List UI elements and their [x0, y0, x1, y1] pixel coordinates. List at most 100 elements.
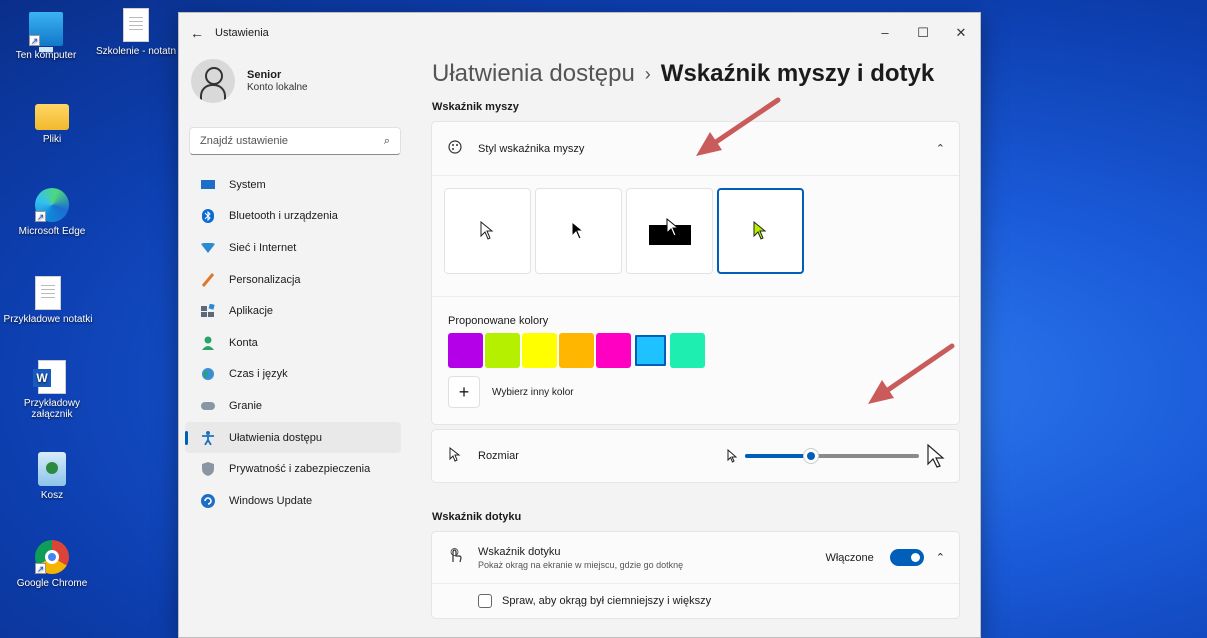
recycle-bin-icon	[38, 452, 66, 486]
profile-name: Senior	[247, 69, 282, 81]
toggle-state-label: Włączone	[825, 551, 874, 564]
pointer-style-inverted[interactable]	[626, 188, 713, 274]
breadcrumb-separator: ›	[644, 63, 651, 84]
pointer-style-custom[interactable]	[717, 188, 804, 274]
color-swatch-orange[interactable]	[559, 333, 594, 368]
sidebar-item-network[interactable]: Sieć i Internet	[179, 232, 401, 264]
color-swatch-lime[interactable]	[485, 333, 520, 368]
size-slider[interactable]	[727, 444, 945, 468]
desktop-icon-label: Przykładowy załącznik	[23, 398, 81, 420]
pointer-style-header[interactable]: Styl wskaźnika myszy ⌃	[432, 122, 959, 176]
color-swatch-purple[interactable]	[448, 333, 483, 368]
suggested-colors-area: Proponowane kolory + Wybierz inny kolor	[432, 297, 959, 424]
desktop-icon-label: Przykładowe notatki	[3, 314, 93, 325]
inverted-cursor-icon	[648, 217, 691, 245]
desktop-icon-chrome[interactable]: ↗ Google Chrome	[8, 540, 96, 589]
sidebar-item-label: Ułatwienia dostępu	[229, 431, 322, 444]
desktop-icon-sample-notes[interactable]: Przykładowe notatki	[0, 276, 96, 325]
sidebar-item-bluetooth[interactable]: Bluetooth i urządzenia	[179, 201, 401, 233]
search-input[interactable]: Znajdź ustawienie ⌕	[189, 127, 401, 155]
sidebar-item-label: Aplikacje	[229, 305, 274, 318]
computer-icon: ↗	[29, 12, 63, 52]
desktop-icon-edge[interactable]: ↗ Microsoft Edge	[8, 188, 96, 237]
sidebar-item-privacy[interactable]: Prywatność i zabezpieczenia	[179, 453, 401, 485]
user-profile[interactable]: Senior Konto lokalne	[179, 53, 411, 109]
word-icon: W	[33, 360, 66, 394]
touch-indicator-title: Wskaźnik dotyku	[478, 545, 561, 558]
black-cursor-icon	[571, 221, 584, 240]
color-swatches	[448, 333, 943, 368]
sidebar-item-time-language[interactable]: Czas i język	[179, 359, 401, 391]
folder-icon	[35, 104, 69, 130]
profile-account-type: Konto lokalne	[247, 82, 308, 93]
desktop-icon-label: Google Chrome	[16, 578, 88, 589]
sidebar-item-label: System	[229, 178, 266, 191]
color-swatch-yellow[interactable]	[522, 333, 557, 368]
custom-color-row: + Wybierz inny kolor	[448, 376, 943, 408]
pointer-style-white[interactable]	[444, 188, 531, 274]
breadcrumb-parent[interactable]: Ułatwienia dostępu	[432, 60, 635, 88]
sidebar-item-apps[interactable]: Aplikacje	[179, 295, 401, 327]
sidebar-item-label: Prywatność i zabezpieczenia	[229, 463, 371, 476]
sidebar: Senior Konto lokalne Znajdź ustawienie ⌕…	[179, 53, 411, 637]
plus-icon: +	[458, 381, 470, 402]
document-icon	[35, 276, 61, 310]
desktop-icon-label: Microsoft Edge	[18, 226, 86, 237]
desktop-icon-sample-attachment[interactable]: W Przykładowy załącznik	[8, 360, 96, 420]
color-swatch-cyan[interactable]	[633, 333, 668, 368]
darker-circle-checkbox[interactable]	[478, 594, 492, 608]
sidebar-item-accessibility[interactable]: Ułatwienia dostępu	[185, 421, 401, 454]
section-title-touch: Wskaźnik dotyku	[432, 511, 522, 523]
desktop-icon-files[interactable]: Pliki	[8, 96, 96, 145]
pointer-size-card: Rozmiar	[431, 429, 960, 483]
page-title: Wskaźnik myszy i dotyk	[660, 60, 935, 87]
shield-icon	[201, 462, 215, 477]
close-button[interactable]: ✕	[942, 25, 980, 41]
system-icon	[201, 178, 215, 192]
slider-track[interactable]	[745, 448, 919, 464]
palette-icon	[446, 140, 464, 157]
desktop-icon-recycle-bin[interactable]: Kosz	[8, 452, 96, 501]
chevron-up-icon[interactable]: ⌃	[936, 551, 945, 564]
pointer-style-black[interactable]	[535, 188, 622, 274]
pointer-style-options	[432, 176, 959, 297]
custom-color-label: Wybierz inny kolor	[492, 386, 574, 398]
minimize-button[interactable]: –	[866, 25, 904, 41]
sidebar-item-personalization[interactable]: Personalizacja	[179, 264, 401, 296]
brush-icon	[201, 272, 215, 287]
add-custom-color-button[interactable]: +	[448, 376, 480, 408]
sidebar-item-system[interactable]: System	[179, 169, 401, 201]
back-button[interactable]: ←	[179, 25, 215, 41]
window-controls: – ☐ ✕	[866, 25, 980, 41]
pointer-style-card: Styl wskaźnika myszy ⌃ Proponowane kolor	[431, 121, 960, 425]
touch-indicator-toggle[interactable]	[889, 549, 924, 566]
color-swatch-magenta[interactable]	[596, 333, 631, 368]
touch-indicator-row[interactable]: Wskaźnik dotyku Pokaż okrąg na ekranie w…	[432, 532, 959, 584]
sidebar-item-gaming[interactable]: Granie	[179, 390, 401, 422]
darker-circle-label: Spraw, aby okrąg był ciemniejszy i więks…	[502, 595, 712, 607]
desktop-icon-this-pc[interactable]: ↗ Ten komputer	[2, 12, 90, 61]
window-title: Ustawienia	[215, 27, 269, 39]
section-title-mouse-pointer: Wskaźnik myszy	[432, 101, 519, 113]
main-content: Ułatwienia dostępu › Wskaźnik myszy i do…	[431, 53, 980, 637]
chevron-up-icon[interactable]: ⌃	[936, 142, 945, 155]
white-cursor-icon	[480, 221, 493, 240]
accessibility-icon	[201, 430, 215, 445]
accounts-icon	[201, 336, 215, 350]
desktop-icon-notes-training[interactable]: Szkolenie - notatn	[92, 8, 180, 57]
breadcrumb: Ułatwienia dostępu › Wskaźnik myszy i do…	[431, 53, 980, 95]
sidebar-item-windows-update[interactable]: Windows Update	[179, 485, 401, 517]
suggested-colors-label: Proponowane kolory	[448, 315, 549, 327]
sidebar-item-label: Windows Update	[229, 494, 313, 507]
document-icon	[123, 8, 149, 42]
maximize-button[interactable]: ☐	[904, 25, 942, 41]
color-swatch-teal[interactable]	[670, 333, 705, 368]
gaming-icon	[201, 399, 215, 413]
small-cursor-icon	[727, 449, 737, 463]
network-icon	[201, 241, 215, 255]
slider-thumb[interactable]	[803, 448, 820, 464]
sidebar-item-accounts[interactable]: Konta	[179, 327, 401, 359]
sidebar-item-label: Personalizacja	[229, 273, 301, 286]
cursor-size-icon	[446, 446, 464, 466]
edge-icon: ↗	[35, 188, 69, 222]
